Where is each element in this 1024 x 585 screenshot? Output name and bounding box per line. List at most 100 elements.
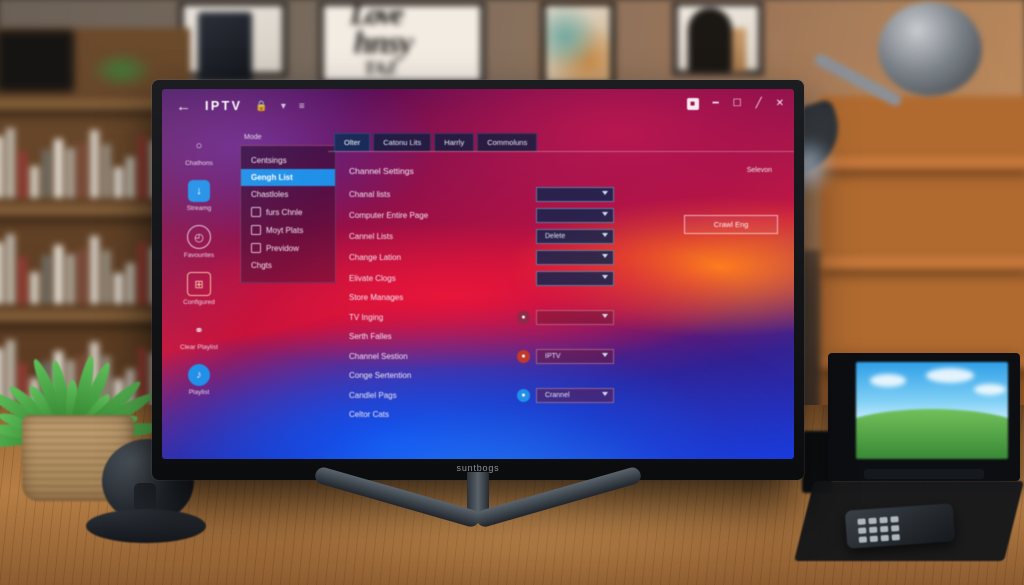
settings-select-value: IPTV <box>545 353 561 360</box>
sidebar-item-label: Favourites <box>183 252 215 259</box>
menu-item-label: Chgts <box>251 261 272 270</box>
mode-label: Mode <box>244 134 262 141</box>
window-controls: ■ ━ ☐ ╱ ✕ <box>686 98 784 110</box>
monitor-stand <box>313 465 643 570</box>
settings-select[interactable]: Crannel <box>536 388 614 403</box>
settings-row-label: TV Inging <box>349 313 384 322</box>
edit-pen-icon[interactable]: ╱ <box>756 99 762 109</box>
ceiling-lamp <box>878 2 982 96</box>
settings-row: Chanal lists <box>349 184 794 205</box>
menu-item-label: Chastloles <box>251 190 289 199</box>
minimize-icon[interactable]: ━ <box>713 99 719 109</box>
clock-icon: ◴ <box>187 225 211 249</box>
sidebar-item-favourites[interactable]: ◴ Favourites <box>162 225 236 260</box>
menu-item-label: furs Chnle <box>266 207 303 217</box>
menu-item-gengh-list[interactable]: Gengh List <box>241 169 335 186</box>
settings-sublabel: Serth Falles <box>349 332 392 341</box>
close-icon[interactable]: ✕ <box>776 99 784 109</box>
sidebar-item-streamg[interactable]: ↓ Streamg <box>162 180 236 213</box>
media-play-icon: ♪ <box>188 364 210 386</box>
secondary-monitor-wallpaper <box>856 362 1008 459</box>
settings-select[interactable]: Delete <box>536 229 614 244</box>
chevron-down-icon <box>602 275 608 279</box>
settings-select[interactable] <box>536 208 614 223</box>
badge-icon[interactable]: ■ <box>686 98 699 110</box>
wall-art-suit <box>178 0 288 82</box>
crawl-eng-button[interactable]: Crawl Eng <box>684 215 778 234</box>
settings-row-label: Cannel Lists <box>349 232 394 241</box>
app-titlebar: ← IPTV 🔒 ▾ ≡ ■ ━ ☐ ╱ ✕ <box>162 89 794 123</box>
menu-item-label: Moyt Plats <box>266 225 304 235</box>
sidebar-item-configured[interactable]: ⊞ Configured <box>162 272 236 307</box>
settings-row-label: Channel Sestion <box>349 352 408 361</box>
section-title: Channel Settings <box>349 166 414 176</box>
settings-row: Change Lation <box>349 247 794 268</box>
tab-bar: Olter Catonu Lits Harrly Commoluns <box>334 133 538 151</box>
right-panel-label: Selevon <box>746 167 772 174</box>
app-title: IPTV <box>205 99 243 113</box>
list-icon[interactable]: ≡ <box>299 101 305 112</box>
sidebar-item-label: Clear Playlist <box>180 344 218 351</box>
grid-settings-icon: ⊞ <box>187 272 211 296</box>
file-icon <box>251 207 261 217</box>
menu-item-moyt-plats[interactable]: Moyt Plats <box>241 221 335 239</box>
desk-scene: Love hnsy TAZ suntbogs ← IPTV 🔒 ▾ ≡ ■ ━ … <box>0 0 1024 585</box>
tab-olter[interactable]: Olter <box>334 133 371 151</box>
chevron-down-icon <box>602 392 608 396</box>
smiley-icon[interactable]: ● <box>517 350 530 363</box>
settings-sublabel: Conge Sertention <box>349 371 412 380</box>
settings-row: Channel Sestion ● IPTV <box>349 346 794 367</box>
maximize-icon[interactable]: ☐ <box>733 99 742 109</box>
sidebar-item-label: Configured <box>183 299 215 306</box>
sidebar-item-chathons[interactable]: ○ Chathons <box>162 135 236 168</box>
menu-item-centsings[interactable]: Centsings <box>241 152 335 169</box>
menu-item-furs-chnle[interactable]: furs Chnle <box>241 203 335 221</box>
mode-dropdown-panel: Centsings Gengh List Chastloles furs Chnle M… <box>240 145 336 283</box>
clock-icon[interactable]: ● <box>517 311 530 324</box>
settings-row-label: Computer Entire Page <box>349 211 429 220</box>
settings-select-value: Delete <box>545 233 566 240</box>
sidebar-item-clear-playlist[interactable]: ⚭ Clear Playlist <box>162 319 236 352</box>
settings-select[interactable] <box>536 250 614 265</box>
settings-sublabel: Store Manages <box>349 293 404 302</box>
wall-art-typography: Love hnsy TAZ <box>318 0 486 86</box>
wall-art-figure <box>672 0 764 76</box>
settings-row-label: Chanal lists <box>349 190 391 199</box>
menu-item-label: Centsings <box>251 156 287 165</box>
chevron-down-icon <box>602 212 608 216</box>
settings-row-label: Candlel Pags <box>349 391 397 400</box>
settings-select[interactable] <box>536 271 614 286</box>
chevron-down-icon[interactable]: ▾ <box>281 101 286 112</box>
back-arrow-icon[interactable]: ← <box>176 99 191 114</box>
settings-select[interactable] <box>536 187 614 202</box>
settings-row: TV Inging ● <box>349 307 794 328</box>
settings-sublabel: Celtor Cats <box>349 410 390 419</box>
grid-icon[interactable]: ● <box>517 389 530 402</box>
link-chain-icon: ⚭ <box>194 324 204 337</box>
sidebar-item-playlist[interactable]: ♪ Playlist <box>162 364 236 397</box>
tab-harrly[interactable]: Harrly <box>434 133 475 151</box>
menu-item-label: Previdow <box>266 243 299 253</box>
tab-catonu-lits[interactable]: Catonu Lits <box>373 133 432 151</box>
chevron-down-icon <box>602 233 608 237</box>
chevron-down-icon <box>602 314 608 318</box>
settings-row-label: Change Lation <box>349 253 402 262</box>
settings-row: Candlel Pags ● Crannel <box>349 385 794 406</box>
monitor-screen: ← IPTV 🔒 ▾ ≡ ■ ━ ☐ ╱ ✕ ○ Chathons ↓ Streamg… <box>162 89 794 459</box>
wall-art-abstract <box>540 0 616 88</box>
settings-select-value: Crannel <box>545 392 570 399</box>
menu-item-previdow[interactable]: Previdow <box>241 239 335 257</box>
shelf-box <box>0 30 74 92</box>
tab-commoluns[interactable]: Commoluns <box>477 133 538 151</box>
shelf-plant <box>82 36 162 96</box>
menu-item-chastloles[interactable]: Chastloles <box>241 186 335 203</box>
settings-select[interactable] <box>536 310 614 325</box>
settings-select[interactable]: IPTV <box>536 349 614 364</box>
menu-item-label: Gengh List <box>251 173 293 182</box>
chevron-down-icon <box>602 353 608 357</box>
sidebar-item-label: Playlist <box>188 389 210 396</box>
secondary-monitor <box>828 353 1020 481</box>
menu-item-chgts[interactable]: Chgts <box>241 257 335 274</box>
chat-bubble-icon: ○ <box>195 140 203 152</box>
lock-icon[interactable]: 🔒 <box>255 101 267 112</box>
